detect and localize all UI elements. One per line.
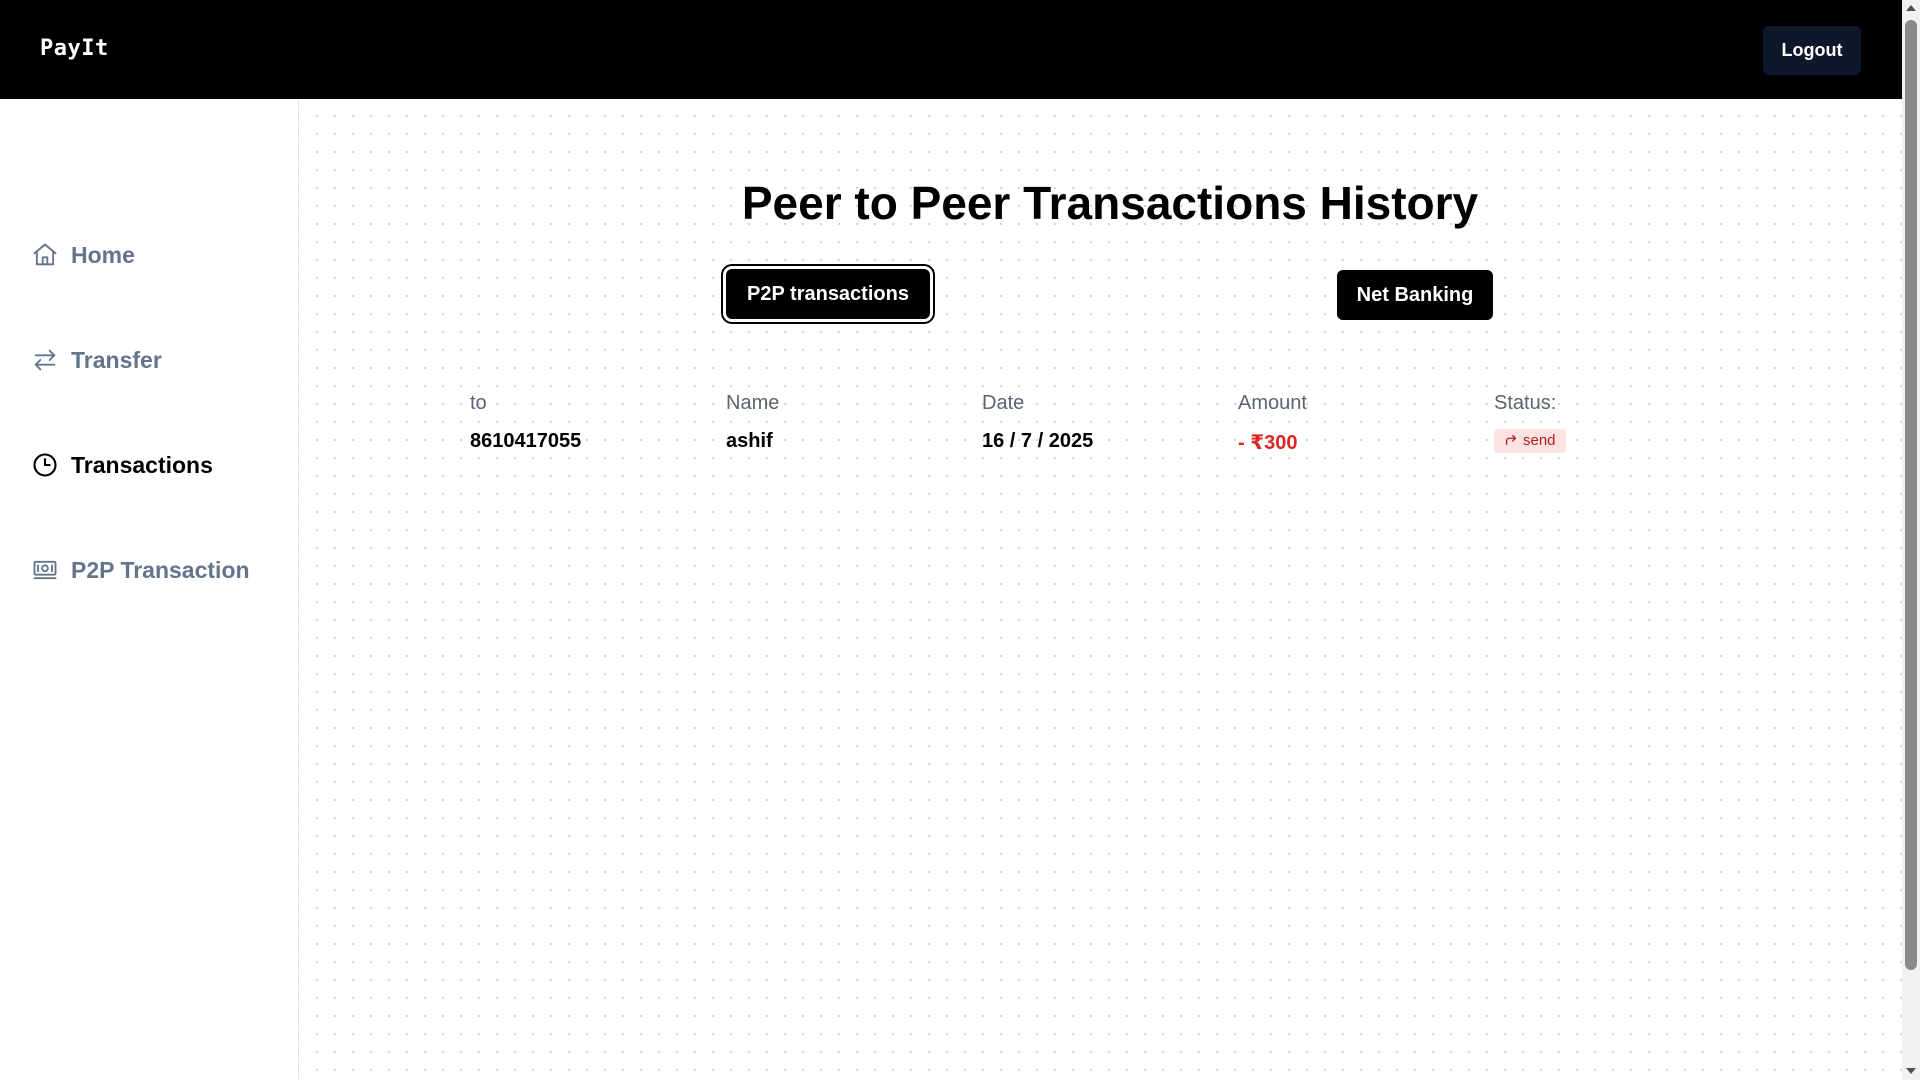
table-row: 8610417055 ashif 16 / 7 / 2025 - ₹300 se…: [470, 428, 1770, 468]
status-badge: send: [1494, 428, 1566, 453]
column-header-status: Status:: [1494, 392, 1557, 414]
tab-p2p-transactions[interactable]: P2P transactions: [726, 269, 930, 319]
status-cell: send: [1494, 428, 1566, 453]
clock-icon: [31, 451, 59, 479]
logout-button[interactable]: Logout: [1763, 26, 1861, 75]
page-title: Peer to Peer Transactions History: [741, 177, 1479, 229]
sidebar-item-p2p-transaction[interactable]: P2P Transaction: [31, 556, 250, 584]
transactions-table: to Name Date Amount Status: 8610417055 a…: [470, 392, 1770, 468]
status-label: send: [1523, 431, 1556, 449]
column-header-amount: Amount: [1238, 392, 1307, 414]
scroll-thumb[interactable]: [1905, 20, 1917, 970]
column-header-name: Name: [726, 392, 780, 414]
recipient-number: 8610417055: [470, 430, 582, 452]
column-header-date: Date: [982, 392, 1025, 414]
transaction-date: 16 / 7 / 2025: [982, 430, 1094, 452]
top-navbar: PayIt Logout: [0, 0, 1902, 99]
sidebar: Home Transfer Transactions P2P Transacti…: [0, 99, 299, 1080]
recipient-name: ashif: [726, 430, 773, 452]
table-header-row: to Name Date Amount Status:: [470, 392, 1770, 430]
sidebar-item-label: Home: [71, 241, 135, 268]
scroll-down-arrow-icon[interactable]: [1906, 1068, 1916, 1074]
tab-net-banking[interactable]: Net Banking: [1337, 270, 1493, 320]
scroll-up-arrow-icon[interactable]: [1906, 5, 1916, 11]
brand-logo[interactable]: PayIt: [40, 36, 109, 61]
home-icon: [31, 241, 59, 269]
vertical-scrollbar[interactable]: [1902, 0, 1920, 1080]
sidebar-item-label: Transactions: [71, 451, 213, 478]
forward-arrow-icon: [1505, 434, 1517, 446]
sidebar-item-transfer[interactable]: Transfer: [31, 346, 162, 374]
main-content: Peer to Peer Transactions History P2P tr…: [300, 99, 1902, 1080]
transfer-arrows-icon: [31, 346, 59, 374]
column-header-to: to: [470, 392, 487, 414]
sidebar-item-label: P2P Transaction: [71, 556, 250, 583]
transaction-amount: - ₹300: [1238, 432, 1298, 454]
banknote-icon: [31, 556, 59, 584]
sidebar-item-transactions[interactable]: Transactions: [31, 451, 213, 479]
sidebar-item-home[interactable]: Home: [31, 241, 135, 269]
sidebar-item-label: Transfer: [71, 346, 162, 373]
